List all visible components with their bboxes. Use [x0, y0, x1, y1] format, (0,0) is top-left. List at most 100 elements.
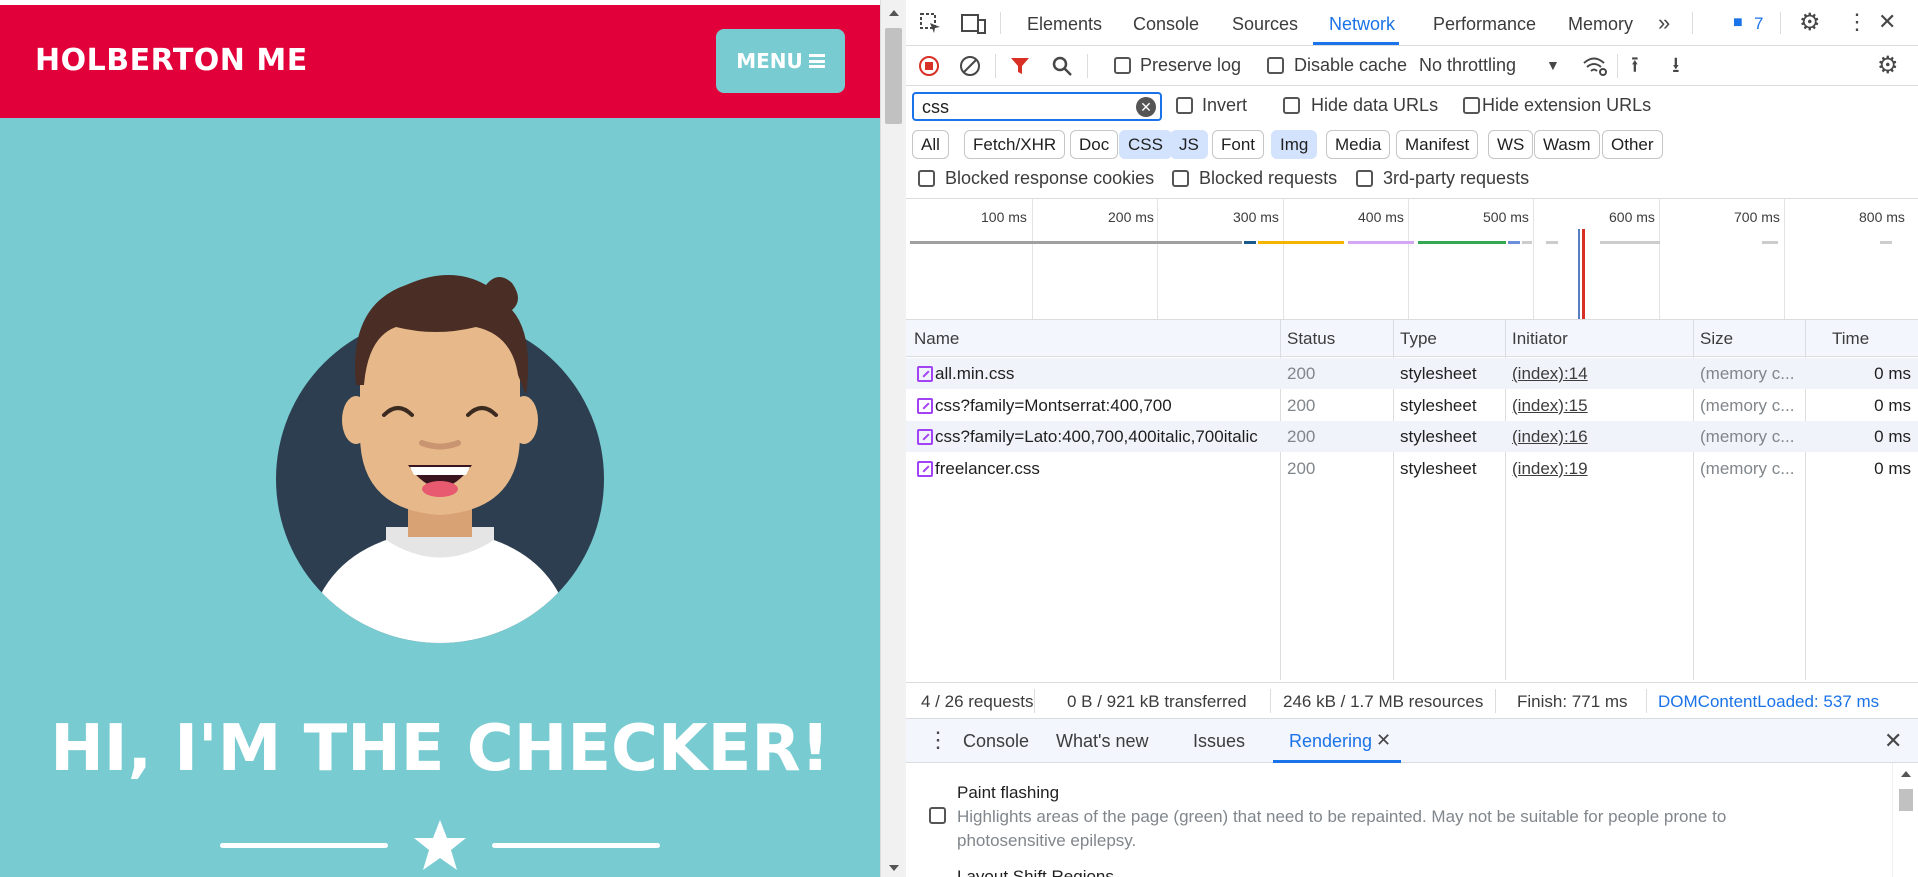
brand-link[interactable]: HOLBERTON ME — [35, 43, 308, 78]
devtools-tabbar: Elements Console Sources Network Perform… — [906, 0, 1918, 46]
network-overview-timeline[interactable]: 100 ms 200 ms 300 ms 400 ms 500 ms 600 m… — [906, 198, 1918, 320]
import-har-icon[interactable]: ⭱ — [1631, 54, 1639, 76]
close-drawer-icon[interactable]: ✕ — [1884, 730, 1902, 752]
paint-flashing-checkbox[interactable] — [929, 807, 946, 824]
type-filter-all[interactable]: All — [912, 130, 949, 159]
timeline-tick: 300 ms — [1233, 209, 1279, 225]
request-row[interactable]: all.min.css 200 stylesheet (index):14 (memor… — [906, 358, 1918, 389]
search-icon[interactable] — [1051, 55, 1073, 77]
page-scrollbar[interactable] — [880, 0, 906, 877]
settings-gear-icon[interactable]: ⚙ — [1799, 11, 1821, 35]
timeline-bar — [1244, 241, 1256, 244]
hide-data-urls-checkbox[interactable] — [1283, 97, 1300, 114]
type-filter-doc[interactable]: Doc — [1070, 130, 1119, 159]
request-type: stylesheet — [1400, 458, 1477, 478]
timeline-tick: 700 ms — [1734, 209, 1780, 225]
column-header-name[interactable]: Name — [914, 329, 959, 349]
blocked-requests-label: Blocked requests — [1199, 168, 1338, 188]
type-filter-wasm[interactable]: Wasm — [1534, 130, 1600, 159]
menu-button[interactable]: MENU — [716, 29, 845, 93]
request-initiator[interactable]: (index):16 — [1512, 427, 1687, 447]
scroll-up-arrow-icon[interactable] — [1901, 771, 1911, 777]
invert-label: Invert — [1202, 95, 1248, 115]
rendering-panel: Paint flashing Highlights areas of the p… — [906, 763, 1918, 877]
more-tabs-chevron-icon[interactable]: » — [1658, 12, 1670, 34]
network-settings-gear-icon[interactable]: ⚙ — [1877, 54, 1899, 78]
star-divider — [220, 818, 660, 870]
close-devtools-icon[interactable]: ✕ — [1878, 11, 1896, 33]
hide-extension-urls-label: Hide extension URLs — [1482, 95, 1652, 115]
third-party-checkbox[interactable] — [1356, 170, 1373, 187]
drawer-tab-whats-new[interactable]: What's new — [1056, 731, 1148, 752]
scroll-thumb[interactable] — [1899, 789, 1913, 811]
request-row[interactable]: css?family=Lato:400,700,400italic,700ita… — [906, 421, 1918, 452]
blocked-requests-checkbox[interactable] — [1172, 170, 1189, 187]
timeline-tick: 100 ms — [981, 209, 1027, 225]
request-time: 0 ms — [1874, 364, 1911, 383]
tab-sources[interactable]: Sources — [1232, 14, 1298, 35]
resource-type-filters: All Fetch/XHR Doc CSS JS Font Img Media … — [906, 126, 1918, 162]
clear-log-icon[interactable] — [959, 55, 981, 77]
timeline-bar — [1522, 241, 1532, 244]
scroll-down-arrow-icon[interactable] — [889, 865, 899, 871]
device-toolbar-icon[interactable] — [961, 13, 987, 35]
request-initiator[interactable]: (index):15 — [1512, 396, 1687, 416]
column-header-status[interactable]: Status — [1287, 329, 1335, 349]
type-filter-ws[interactable]: WS — [1488, 130, 1534, 159]
network-conditions-icon[interactable] — [1582, 55, 1608, 77]
navbar: HOLBERTON ME MENU — [0, 5, 880, 118]
drawer-menu-icon[interactable]: ⋮ — [927, 729, 949, 751]
drawer-tab-rendering[interactable]: Rendering — [1289, 731, 1372, 752]
inspect-element-icon[interactable] — [920, 13, 942, 35]
timeline-bar — [1546, 241, 1558, 244]
filter-icon[interactable] — [1010, 56, 1030, 76]
type-filter-other[interactable]: Other — [1602, 130, 1663, 159]
scroll-up-arrow-icon[interactable] — [889, 10, 899, 16]
timeline-bar — [1880, 241, 1892, 244]
preserve-log-checkbox[interactable] — [1114, 57, 1131, 74]
type-filter-font[interactable]: Font — [1212, 130, 1265, 159]
scroll-thumb[interactable] — [885, 28, 902, 124]
request-initiator[interactable]: (index):14 — [1512, 364, 1687, 384]
tab-console[interactable]: Console — [1133, 14, 1199, 35]
request-row[interactable]: freelancer.css 200 stylesheet (index):19 (me… — [906, 453, 1918, 484]
more-options-icon[interactable]: ⋮ — [1846, 11, 1868, 33]
drawer-tab-console[interactable]: Console — [963, 731, 1029, 752]
tab-network[interactable]: Network — [1329, 14, 1395, 35]
export-har-icon[interactable]: ⭳ — [1672, 54, 1680, 76]
filter-input[interactable]: css ✕ — [912, 92, 1162, 121]
request-type: stylesheet — [1400, 364, 1477, 383]
active-tab-indicator — [1313, 42, 1399, 45]
type-filter-js[interactable]: JS — [1170, 130, 1208, 159]
drawer-tab-issues[interactable]: Issues — [1193, 731, 1245, 752]
request-initiator[interactable]: (index):19 — [1512, 459, 1687, 479]
close-rendering-tab-icon[interactable]: ✕ — [1376, 731, 1391, 749]
type-filter-fetch-xhr[interactable]: Fetch/XHR — [964, 130, 1066, 159]
hide-extension-urls-checkbox[interactable] — [1463, 97, 1480, 114]
issues-icon[interactable]: ■ — [1733, 15, 1743, 31]
column-header-size[interactable]: Size — [1700, 329, 1733, 349]
disable-cache-checkbox[interactable] — [1267, 57, 1284, 74]
tab-memory[interactable]: Memory — [1568, 14, 1633, 35]
column-header-type[interactable]: Type — [1400, 329, 1437, 349]
resources-size: 246 kB / 1.7 MB resources — [1283, 692, 1484, 711]
drawer-scrollbar[interactable] — [1892, 763, 1918, 877]
tab-performance[interactable]: Performance — [1433, 14, 1536, 35]
column-header-time[interactable]: Time — [1832, 329, 1869, 349]
throttling-select[interactable]: No throttling — [1419, 55, 1516, 76]
column-header-initiator[interactable]: Initiator — [1512, 329, 1568, 349]
request-row[interactable]: css?family=Montserrat:400,700 200 styleshe… — [906, 390, 1918, 421]
type-filter-media[interactable]: Media — [1326, 130, 1391, 159]
clear-filter-icon[interactable]: ✕ — [1136, 97, 1156, 117]
type-filter-img[interactable]: Img — [1271, 130, 1318, 159]
invert-checkbox[interactable] — [1176, 97, 1193, 114]
type-filter-manifest[interactable]: Manifest — [1396, 130, 1479, 159]
throttling-dropdown-icon[interactable]: ▼ — [1546, 58, 1560, 72]
type-filter-css[interactable]: CSS — [1119, 130, 1172, 159]
stylesheet-file-icon — [917, 397, 933, 414]
issues-count[interactable]: 7 — [1754, 14, 1763, 34]
paint-flashing-description: Highlights areas of the page (green) tha… — [957, 807, 1727, 850]
record-stop-icon[interactable] — [918, 55, 940, 77]
tab-elements[interactable]: Elements — [1027, 14, 1102, 35]
blocked-cookies-checkbox[interactable] — [918, 170, 935, 187]
